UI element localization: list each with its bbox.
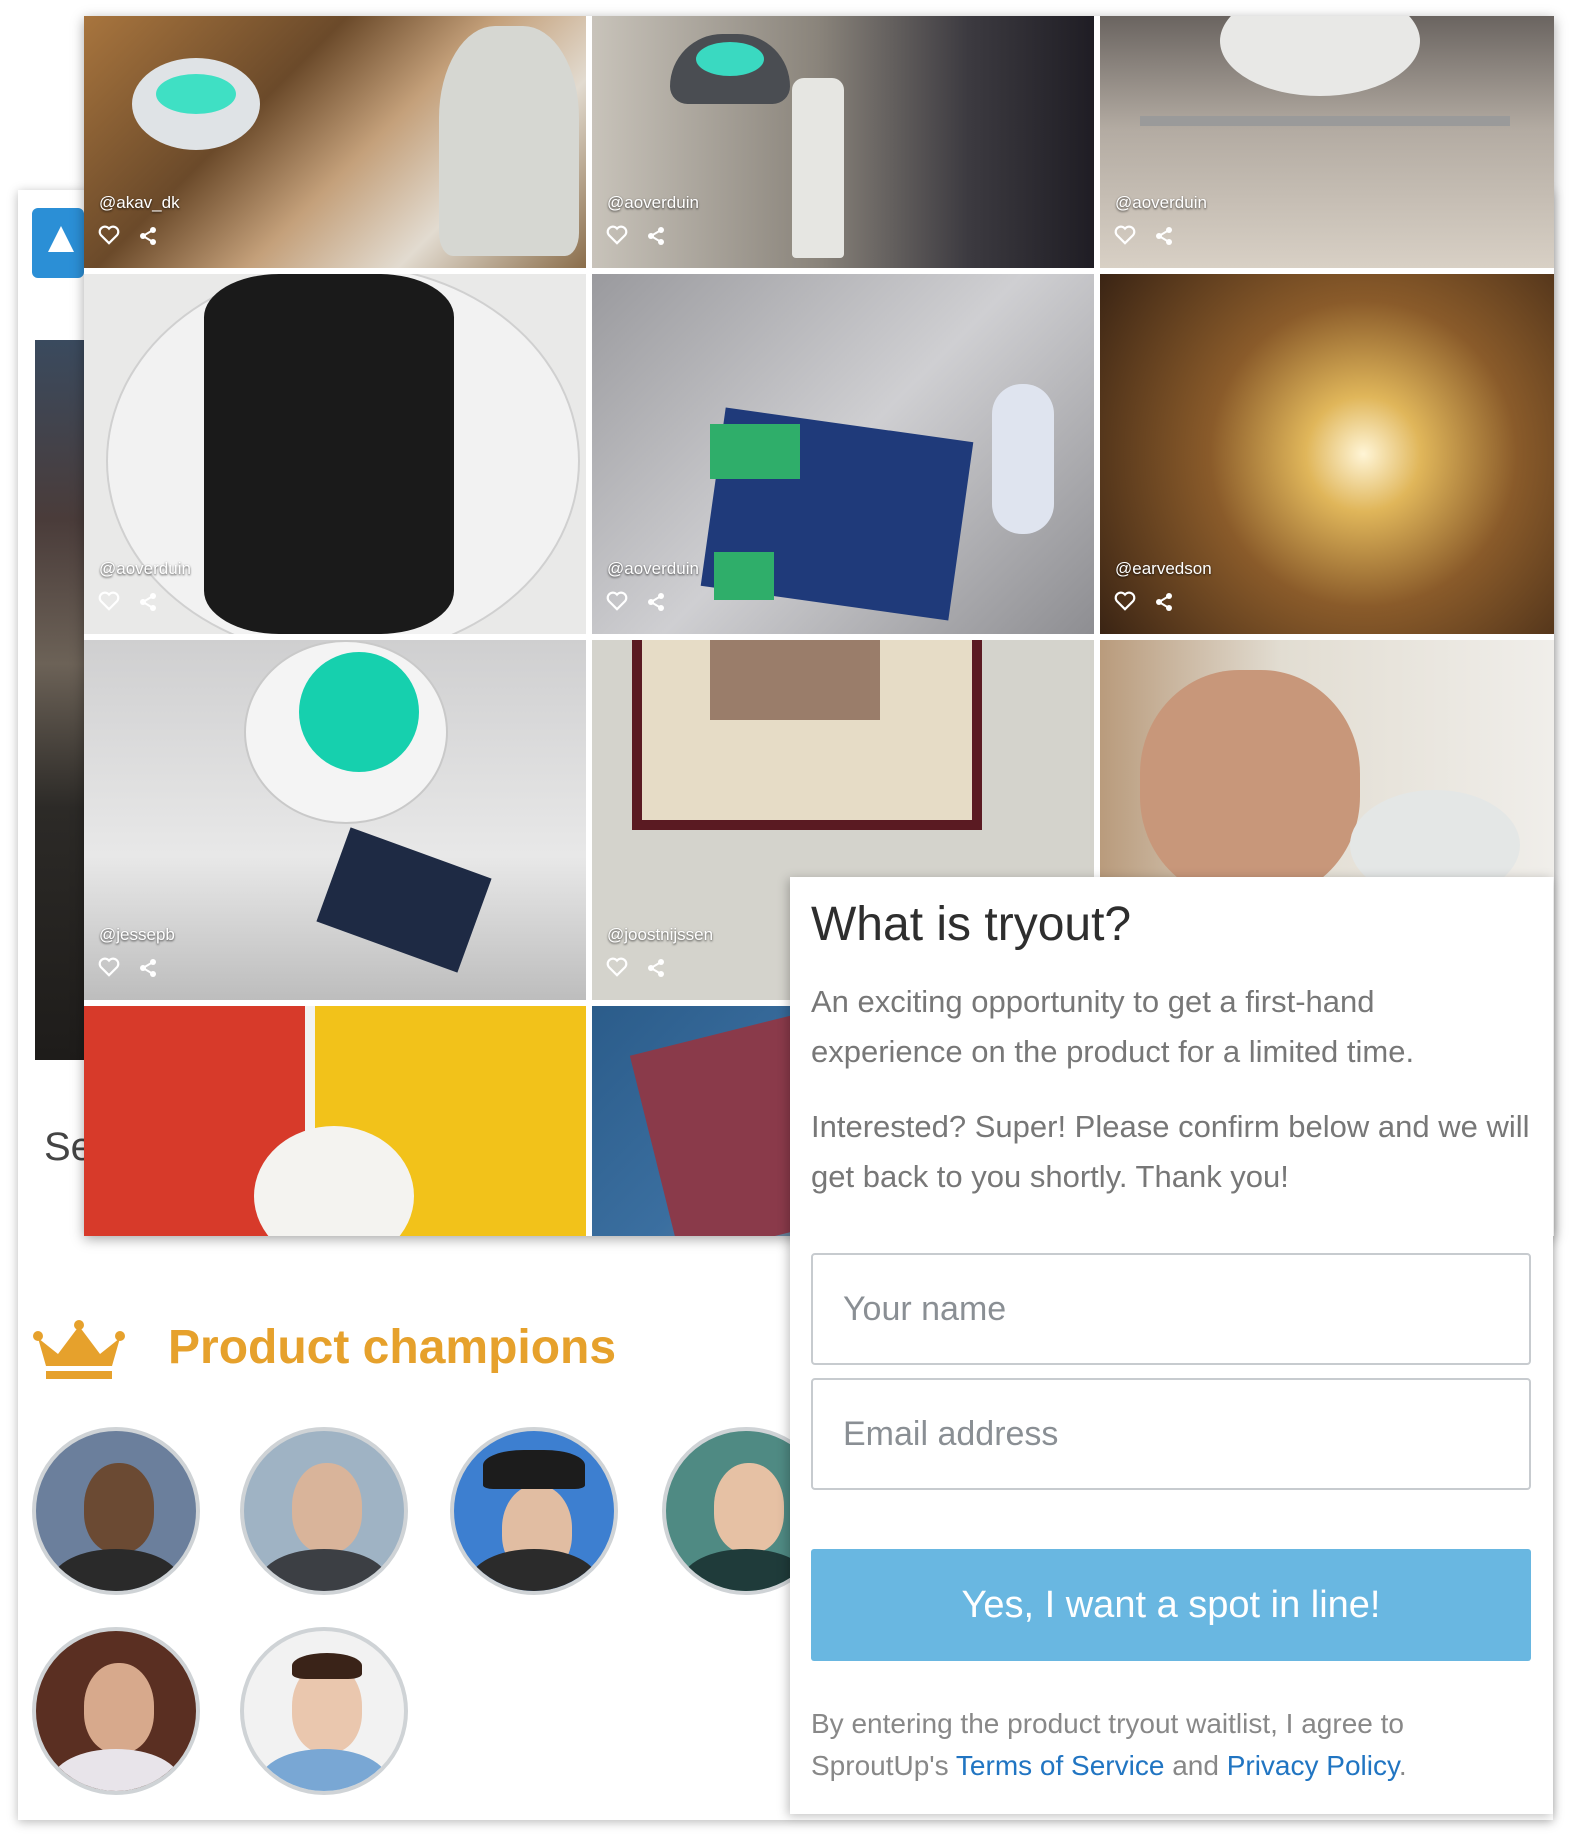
share-icon[interactable] [1155, 227, 1173, 245]
join-waitlist-button[interactable]: Yes, I want a spot in line! [811, 1549, 1531, 1661]
gallery-photo[interactable]: @akav_dk [84, 16, 586, 268]
heart-icon[interactable] [98, 957, 120, 977]
share-icon[interactable] [139, 227, 157, 245]
share-icon[interactable] [647, 593, 665, 611]
heart-icon[interactable] [1114, 591, 1136, 611]
app-logo-icon [48, 226, 74, 252]
heart-icon[interactable] [606, 591, 628, 611]
cropped-product-image [35, 340, 85, 1060]
photo-author-handle[interactable]: @jessepb [99, 925, 175, 945]
photo-author-handle[interactable]: @aoverduin [607, 559, 699, 579]
heart-icon[interactable] [98, 591, 120, 611]
modal-title: What is tryout? [811, 898, 1132, 951]
legal-notice: By entering the product tryout waitlist,… [811, 1703, 1531, 1787]
share-icon[interactable] [647, 227, 665, 245]
gallery-photo[interactable] [1100, 640, 1554, 877]
share-icon[interactable] [1155, 593, 1173, 611]
champion-avatar[interactable] [32, 1427, 200, 1595]
legal-text: . [1398, 1750, 1407, 1781]
name-input[interactable] [811, 1253, 1531, 1365]
photo-author-handle[interactable]: @akav_dk [99, 193, 180, 213]
photo-author-handle[interactable]: @joostnijssen [607, 925, 713, 945]
email-input[interactable] [811, 1378, 1531, 1490]
gallery-photo[interactable]: @earvedson [1100, 274, 1554, 634]
champion-avatar[interactable] [450, 1427, 618, 1595]
terms-of-service-link[interactable]: Terms of Service [956, 1750, 1165, 1781]
crown-icon [33, 1320, 125, 1379]
photo-author-handle[interactable]: @aoverduin [99, 559, 191, 579]
photo-author-handle[interactable]: @aoverduin [1115, 193, 1207, 213]
heart-icon[interactable] [606, 225, 628, 245]
heart-icon[interactable] [98, 225, 120, 245]
champion-avatar[interactable] [240, 1427, 408, 1595]
share-icon[interactable] [139, 959, 157, 977]
heart-icon[interactable] [606, 957, 628, 977]
product-champions-title: Product champions [168, 1321, 617, 1374]
photo-author-handle[interactable]: @earvedson [1115, 559, 1212, 579]
share-icon[interactable] [647, 959, 665, 977]
gallery-photo[interactable]: @aoverduin [592, 16, 1094, 268]
champion-avatar[interactable] [240, 1627, 408, 1795]
privacy-policy-link[interactable]: Privacy Policy [1227, 1750, 1399, 1781]
tryout-modal: What is tryout? An exciting opportunity … [790, 877, 1553, 1814]
heart-icon[interactable] [1114, 225, 1136, 245]
modal-instructions: Interested? Super! Please confirm below … [811, 1109, 1530, 1194]
photo-author-handle[interactable]: @aoverduin [607, 193, 699, 213]
modal-description: An exciting opportunity to get a first-h… [811, 984, 1415, 1069]
gallery-photo[interactable]: @aoverduin [84, 274, 586, 634]
gallery-photo[interactable] [84, 1006, 586, 1236]
champion-avatar[interactable] [32, 1627, 200, 1795]
share-icon[interactable] [139, 593, 157, 611]
gallery-photo[interactable]: @jessepb [84, 640, 586, 1000]
gallery-photo[interactable]: @aoverduin [592, 274, 1094, 634]
app-logo[interactable] [32, 208, 84, 278]
legal-text: and [1164, 1750, 1227, 1781]
gallery-photo[interactable]: @aoverduin [1100, 16, 1554, 268]
